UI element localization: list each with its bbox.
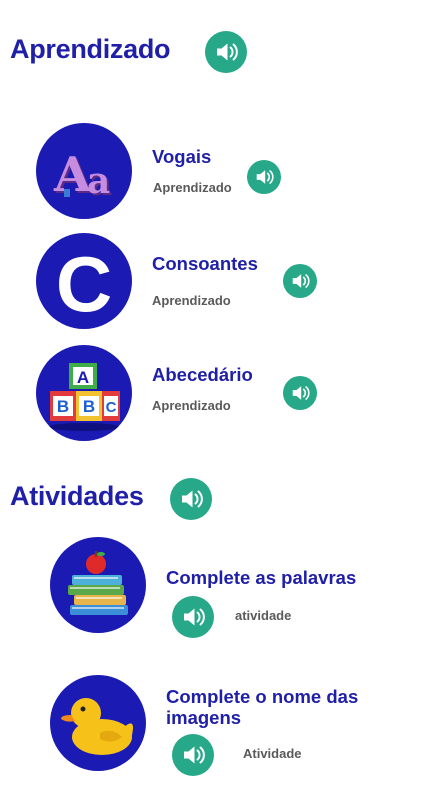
consoantes-thumbnail[interactable]: C	[36, 233, 132, 329]
svg-text:B: B	[83, 397, 95, 416]
speaker-icon[interactable]	[283, 264, 317, 298]
complete-imagens-title[interactable]: Complete o nome das imagens	[166, 686, 416, 728]
vogais-thumbnail[interactable]: A A a a	[36, 123, 132, 219]
letters-aa-icon: A A a a	[53, 147, 112, 205]
consoantes-title[interactable]: Consoantes	[152, 253, 258, 275]
books-apple-icon	[68, 551, 128, 615]
abc-blocks-icon: A B B C	[48, 363, 120, 431]
svg-text:C: C	[106, 399, 117, 416]
letter-c-icon: C	[56, 240, 112, 328]
abecedario-title[interactable]: Abecedário	[152, 364, 253, 386]
abecedario-subtitle: Aprendizado	[152, 398, 231, 413]
complete-imagens-thumbnail[interactable]	[50, 675, 146, 771]
vogais-subtitle: Aprendizado	[153, 180, 232, 195]
speaker-icon[interactable]	[247, 160, 281, 194]
speaker-icon[interactable]	[205, 31, 247, 73]
complete-palavras-subtitle: atividade	[235, 608, 292, 623]
speaker-icon[interactable]	[172, 734, 214, 776]
letter-c-glyph: C	[56, 240, 112, 328]
vogais-title[interactable]: Vogais	[152, 146, 211, 168]
section-title-aprendizado: Aprendizado	[10, 34, 171, 64]
svg-text:a: a	[87, 160, 110, 202]
speaker-icon[interactable]	[170, 478, 212, 520]
speaker-icon[interactable]	[283, 376, 317, 410]
section-title-atividades: Atividades	[10, 481, 144, 511]
rubber-duck-icon	[61, 698, 133, 755]
complete-imagens-subtitle: Atividade	[243, 746, 302, 761]
svg-text:B: B	[57, 397, 69, 416]
complete-palavras-thumbnail[interactable]	[50, 537, 146, 633]
abecedario-thumbnail[interactable]: A B B C	[36, 345, 132, 441]
svg-text:A: A	[77, 368, 89, 387]
complete-palavras-title[interactable]: Complete as palavras	[166, 567, 356, 589]
consoantes-subtitle: Aprendizado	[152, 293, 231, 308]
speaker-icon[interactable]	[172, 596, 214, 638]
